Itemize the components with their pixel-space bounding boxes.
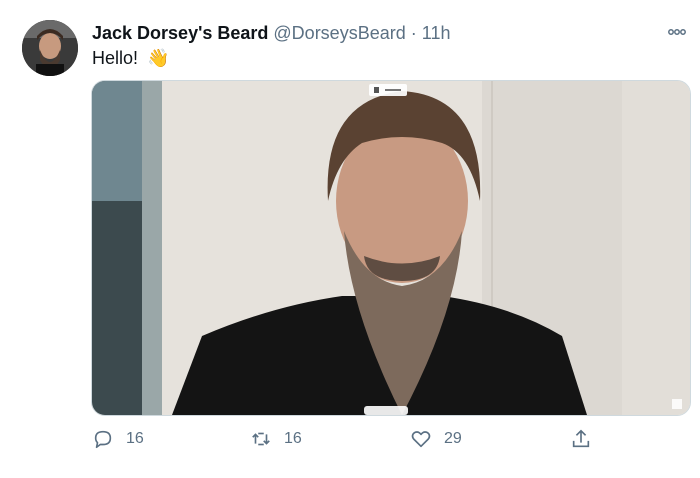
reply-count: 16 [126,430,144,447]
separator: · [410,23,417,43]
more-icon [668,29,686,35]
retweet-button[interactable]: 16 [250,428,302,450]
tweet-actions: 16 16 29 [0,428,700,452]
retweet-icon [252,432,270,446]
user-handle[interactable]: @DorseysBeard [273,23,405,43]
reply-icon [94,430,112,449]
avatar[interactable] [22,20,78,76]
timestamp[interactable]: 11h [422,23,451,43]
display-name[interactable]: Jack Dorsey's Beard [92,23,268,43]
avatar-image [22,20,78,76]
tweet-media[interactable] [91,80,691,416]
more-button[interactable] [664,22,690,42]
tweet-body: Hello! [92,48,139,68]
tweet-header: Jack Dorsey's Beard @DorseysBeard · 11h [92,22,450,44]
like-count: 29 [444,430,462,447]
tweet-text: Hello! 👋 [92,47,169,69]
share-icon [572,429,590,448]
heart-icon [411,431,431,448]
video-frame [92,81,690,415]
share-button[interactable] [570,428,592,450]
retweet-count: 16 [284,430,302,447]
reply-button[interactable]: 16 [92,428,144,450]
waving-hand-icon: 👋 [147,48,170,68]
like-button[interactable]: 29 [410,428,462,450]
